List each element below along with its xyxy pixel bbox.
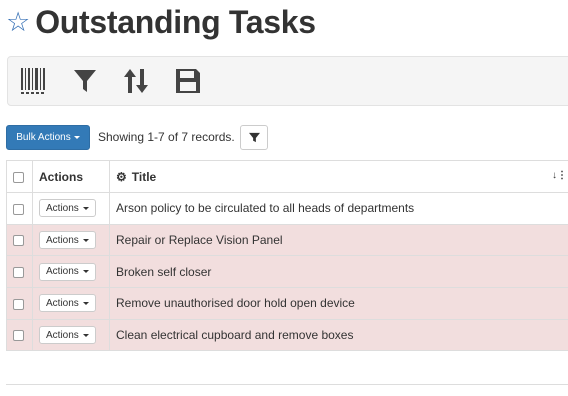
- tasks-table: Actions ⚙ Title ↓⋮ Actions Arson policy t…: [6, 160, 568, 352]
- title-column-header[interactable]: ⚙ Title ↓⋮: [109, 160, 568, 193]
- row-actions-label: Actions: [46, 266, 79, 278]
- row-actions-label: Actions: [46, 234, 79, 246]
- table-header-row: Actions ⚙ Title ↓⋮: [6, 160, 568, 193]
- table-row: Actions Arson policy to be circulated to…: [6, 192, 568, 225]
- table-row: Actions Broken self closer: [6, 255, 568, 289]
- table-row: Actions Clean electrical cupboard and re…: [6, 318, 568, 352]
- select-all-cell: [6, 160, 33, 193]
- barcode-icon[interactable]: [20, 67, 48, 95]
- caret-down-icon: [82, 301, 89, 305]
- task-title[interactable]: Broken self closer: [109, 255, 568, 289]
- actions-column-header: Actions: [32, 160, 110, 193]
- row-actions-button[interactable]: Actions: [39, 326, 96, 345]
- record-count-text: Showing 1-7 of 7 records.: [98, 130, 235, 144]
- gear-icon: ⚙: [116, 169, 127, 184]
- caret-down-icon: [82, 270, 89, 274]
- row-checkbox[interactable]: [13, 267, 24, 279]
- divider: [6, 384, 568, 385]
- row-checkbox[interactable]: [13, 203, 24, 215]
- bulk-actions-button[interactable]: Bulk Actions: [6, 125, 90, 150]
- row-checkbox[interactable]: [13, 235, 24, 247]
- row-actions-label: Actions: [46, 329, 79, 341]
- page-title: Outstanding Tasks: [35, 3, 316, 40]
- select-all-checkbox[interactable]: [13, 171, 24, 183]
- task-title[interactable]: Arson policy to be circulated to all hea…: [109, 192, 568, 225]
- filter-toggle-button[interactable]: [240, 125, 268, 150]
- task-title[interactable]: Remove unauthorised door hold open devic…: [109, 287, 568, 320]
- caret-down-icon: [82, 238, 89, 242]
- page-header: ☆ Outstanding Tasks: [6, 2, 316, 42]
- row-actions-button[interactable]: Actions: [39, 231, 96, 250]
- filter-icon: [248, 132, 260, 143]
- row-actions-button[interactable]: Actions: [39, 294, 96, 313]
- row-checkbox[interactable]: [13, 330, 24, 342]
- sort-icon[interactable]: [122, 67, 150, 95]
- task-title[interactable]: Clean electrical cupboard and remove box…: [109, 318, 568, 352]
- row-actions-label: Actions: [46, 202, 79, 214]
- caret-down-icon: [73, 136, 80, 139]
- save-icon[interactable]: [174, 67, 202, 95]
- caret-down-icon: [82, 333, 89, 337]
- sort-icon[interactable]: ↓⋮: [552, 170, 567, 181]
- toolbar: [7, 56, 568, 106]
- row-actions-button[interactable]: Actions: [39, 199, 96, 218]
- row-checkbox[interactable]: [13, 298, 24, 310]
- caret-down-icon: [82, 206, 89, 210]
- row-actions-button[interactable]: Actions: [39, 262, 96, 281]
- filter-icon[interactable]: [72, 67, 100, 95]
- bulk-actions-label: Bulk Actions: [16, 132, 71, 143]
- row-actions-label: Actions: [46, 297, 79, 309]
- star-icon[interactable]: ☆: [6, 8, 30, 36]
- table-row: Actions Repair or Replace Vision Panel: [6, 223, 568, 257]
- title-column-label: Title: [131, 169, 157, 184]
- table-row: Actions Remove unauthorised door hold op…: [6, 287, 568, 320]
- task-title[interactable]: Repair or Replace Vision Panel: [109, 223, 568, 257]
